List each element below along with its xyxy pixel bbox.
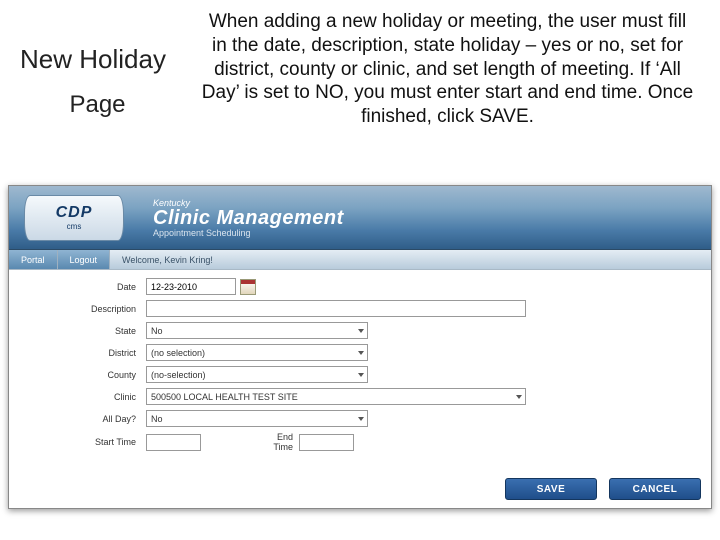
- label-description: Description: [21, 304, 146, 314]
- clinic-select[interactable]: 500500 LOCAL HEALTH TEST SITE: [146, 388, 526, 405]
- label-state: State: [21, 326, 146, 336]
- banner-subtitle: Appointment Scheduling: [153, 228, 344, 238]
- logo-big-text: CDP: [56, 204, 93, 222]
- banner-kentucky: Kentucky: [153, 198, 344, 208]
- logo-wrap: CDP cms: [15, 190, 133, 246]
- cancel-button[interactable]: CANCEL: [609, 478, 701, 500]
- county-select[interactable]: (no-selection): [146, 366, 368, 383]
- description-input[interactable]: [146, 300, 526, 317]
- logo-small-text: cms: [67, 222, 82, 231]
- app-banner: CDP cms Kentucky Clinic Management Appoi…: [9, 186, 711, 250]
- button-bar: SAVE CANCEL: [505, 478, 701, 500]
- welcome-text: Welcome, Kevin Kring!: [122, 250, 213, 269]
- label-allday: All Day?: [21, 414, 146, 424]
- clinic-select-value: 500500 LOCAL HEALTH TEST SITE: [151, 392, 298, 402]
- label-start-time: Start Time: [21, 437, 146, 447]
- district-select[interactable]: (no selection): [146, 344, 368, 361]
- banner-text: Kentucky Clinic Management Appointment S…: [153, 198, 344, 238]
- state-select[interactable]: No: [146, 322, 368, 339]
- date-input[interactable]: [146, 278, 236, 295]
- tab-logout[interactable]: Logout: [58, 250, 111, 269]
- slide-title-1: New Holiday: [20, 44, 195, 75]
- chevron-down-icon: [516, 395, 522, 399]
- end-time-input[interactable]: [299, 434, 354, 451]
- tab-bar: Portal Logout Welcome, Kevin Kring!: [9, 250, 711, 270]
- tab-portal[interactable]: Portal: [9, 250, 58, 269]
- county-select-value: (no-selection): [151, 370, 206, 380]
- app-logo: CDP cms: [24, 195, 124, 241]
- label-district: District: [21, 348, 146, 358]
- allday-select[interactable]: No: [146, 410, 368, 427]
- label-date: Date: [21, 282, 146, 292]
- allday-select-value: No: [151, 414, 163, 424]
- label-county: County: [21, 370, 146, 380]
- app-window: CDP cms Kentucky Clinic Management Appoi…: [8, 185, 712, 509]
- chevron-down-icon: [358, 373, 364, 377]
- save-button[interactable]: SAVE: [505, 478, 597, 500]
- chevron-down-icon: [358, 351, 364, 355]
- calendar-icon[interactable]: [240, 279, 256, 295]
- state-select-value: No: [151, 326, 163, 336]
- chevron-down-icon: [358, 417, 364, 421]
- banner-title: Clinic Management: [153, 208, 344, 228]
- chevron-down-icon: [358, 329, 364, 333]
- label-end-time: End Time: [261, 432, 299, 452]
- slide-title-block: New Holiday Page: [20, 10, 195, 129]
- label-clinic: Clinic: [21, 392, 146, 402]
- slide-description: When adding a new holiday or meeting, th…: [195, 10, 700, 129]
- district-select-value: (no selection): [151, 348, 205, 358]
- slide-title-2: Page: [20, 91, 195, 119]
- start-time-input[interactable]: [146, 434, 201, 451]
- form-area: Date Description State No District (no s…: [9, 270, 711, 461]
